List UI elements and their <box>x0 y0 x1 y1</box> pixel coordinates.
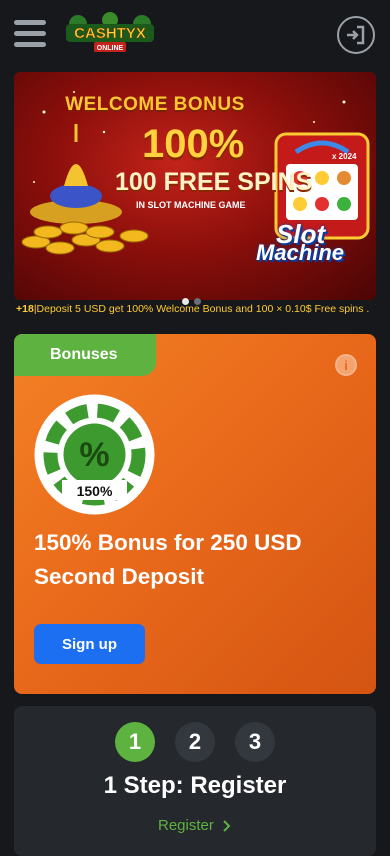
banner-subline: IN SLOT MACHINE GAME <box>136 200 246 210</box>
age-restriction: +18 <box>16 303 34 315</box>
step-1[interactable]: 1 <box>115 722 155 762</box>
banner-headline: WELCOME BONUS <box>65 94 245 115</box>
bonus-title: 150% Bonus for 250 USD Second Deposit <box>34 530 302 589</box>
bonus-card: Bonuses i % 150% 150% Bonus for 250 USD … <box>14 334 376 694</box>
step-2[interactable]: 2 <box>175 722 215 762</box>
banner-multiplier: x 2024 <box>332 152 357 161</box>
register-link[interactable]: Register <box>14 817 376 834</box>
banner-percent: 100% <box>142 122 245 166</box>
bonuses-tab-label: Bonuses <box>50 346 118 363</box>
svg-text:ONLINE: ONLINE <box>97 45 124 52</box>
step-3[interactable]: 3 <box>235 722 275 762</box>
svg-text:CASHTYX: CASHTYX <box>74 25 146 42</box>
chip-percent-label: 150% <box>76 483 113 499</box>
bonuses-tab[interactable]: Bonuses <box>14 334 156 376</box>
register-link-label: Register <box>157 817 214 834</box>
banner-game-word2: Machine <box>256 240 345 265</box>
promo-ticker: +18|Deposit 5 USD get 100% Welcome Bonus… <box>16 303 390 317</box>
banner-free-spins: 100 FREE SPINS <box>115 168 313 196</box>
menu-icon[interactable] <box>14 20 46 48</box>
welcome-bonus-banner[interactable]: WELCOME BONUS 100% 100 FREE SPINS IN SLO… <box>14 72 376 300</box>
top-header: CASHTYX ONLINE <box>0 0 390 70</box>
step-title: 1 Step: Register <box>103 772 287 799</box>
svg-text:%: % <box>79 436 109 474</box>
promo-text: |Deposit 5 USD get 100% Welcome Bonus an… <box>33 303 370 315</box>
casino-logo[interactable]: CASHTYX ONLINE <box>64 10 156 56</box>
sign-up-button[interactable]: Sign up <box>34 624 145 664</box>
registration-steps: 1 2 3 1 Step: Register Register <box>14 706 376 856</box>
info-icon[interactable]: i <box>335 354 357 376</box>
chevron-right-icon <box>223 820 231 832</box>
login-icon[interactable] <box>337 16 375 54</box>
